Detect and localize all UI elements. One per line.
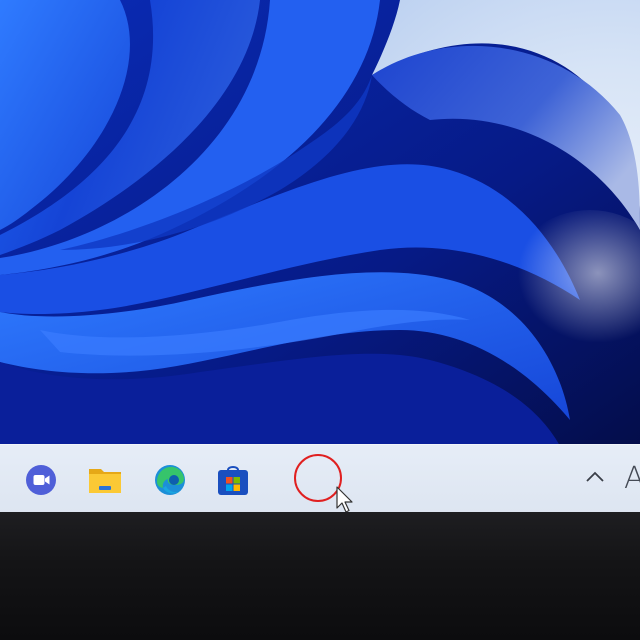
- folder-icon: [89, 469, 121, 493]
- meet-now-icon: [26, 465, 56, 495]
- chevron-up-icon[interactable]: [584, 469, 606, 485]
- edge-icon: [155, 465, 185, 495]
- taskbar-app-file-explorer[interactable]: [87, 462, 123, 498]
- desktop-wallpaper: [0, 0, 640, 446]
- bloom-graphic: [0, 0, 640, 446]
- taskbar: A: [0, 444, 640, 512]
- monitor-bezel: [0, 512, 640, 640]
- taskbar-app-teams-chat[interactable]: [23, 462, 59, 498]
- desktop-screen: A: [0, 0, 640, 512]
- mouse-cursor-icon: [336, 486, 353, 512]
- taskbar-app-microsoft-edge[interactable]: [152, 462, 188, 498]
- store-icon: [218, 466, 248, 495]
- tray-label[interactable]: A: [624, 459, 640, 499]
- taskbar-app-microsoft-store[interactable]: [215, 462, 251, 498]
